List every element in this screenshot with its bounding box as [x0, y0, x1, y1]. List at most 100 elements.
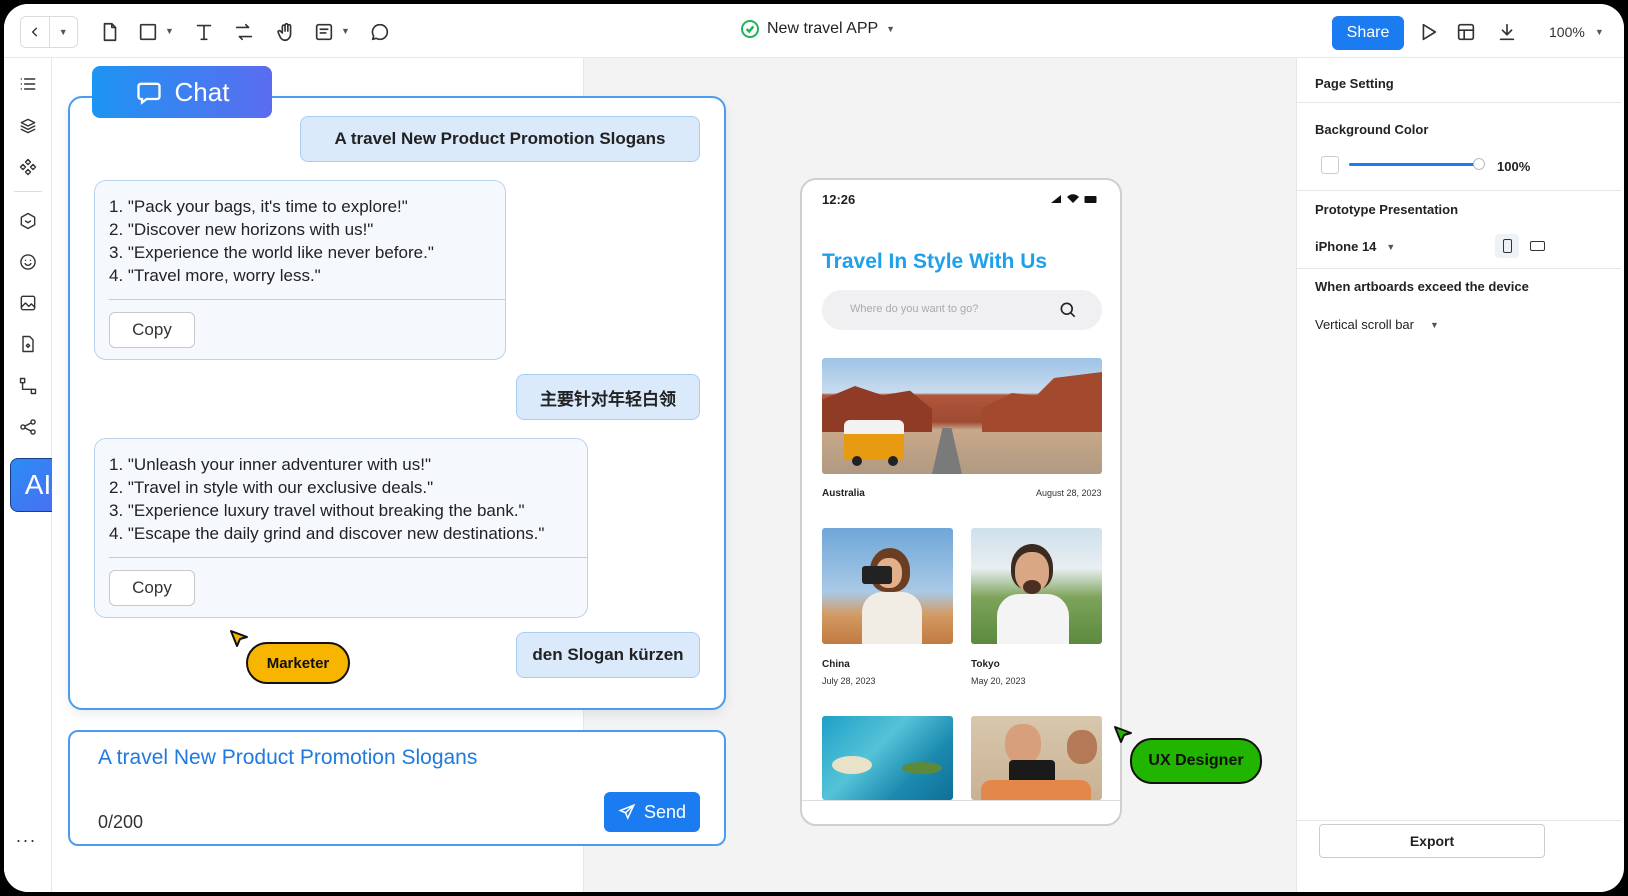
left-rail: AI ...	[4, 58, 66, 892]
ux-designer-cursor-icon	[1114, 726, 1132, 743]
background-color-swatch[interactable]	[1321, 156, 1339, 174]
copy-button[interactable]: Copy	[109, 570, 195, 606]
panel-divider	[1297, 190, 1621, 191]
ai-response: 1. "Pack your bags, it's time to explore…	[94, 180, 506, 360]
zoom-control[interactable]: 100% ▼	[1549, 24, 1604, 40]
user-message: 主要针对年轻白领	[516, 374, 700, 420]
scroll-option-value: Vertical scroll bar	[1315, 317, 1414, 332]
opacity-value[interactable]: 100%	[1497, 159, 1530, 174]
frame-dropdown-icon[interactable]: ▼	[165, 26, 174, 36]
properties-panel: Page Setting Background Color 100% Proto…	[1296, 58, 1621, 892]
history-dropdown-icon[interactable]: ▼	[50, 17, 78, 47]
play-icon[interactable]	[1414, 18, 1442, 46]
list-item: 3. "Experience luxury travel without bre…	[109, 501, 525, 520]
file-icon[interactable]	[16, 332, 40, 356]
response-divider	[109, 557, 587, 558]
download-icon[interactable]	[1493, 18, 1521, 46]
saved-check-icon	[741, 20, 759, 38]
destination-search[interactable]: Where do you want to go?	[822, 290, 1102, 330]
emoji-icon[interactable]	[16, 250, 40, 274]
top-toolbar: ▼ ▼ ▼ New travel APP ▼ Share 100% ▼	[4, 4, 1624, 58]
send-button[interactable]: Send	[604, 792, 700, 832]
destination-photo-china[interactable]	[822, 528, 953, 644]
marketer-cursor-icon	[230, 630, 248, 647]
slogan-list: 1. "Pack your bags, it's time to explore…	[95, 181, 505, 287]
list-item: 4. "Travel more, worry less."	[109, 266, 321, 285]
ux-designer-tag: UX Designer	[1130, 738, 1262, 784]
destination-photo-australia[interactable]	[822, 358, 1102, 474]
status-icons	[1050, 194, 1098, 204]
app-headline: Travel In Style With Us	[822, 250, 1048, 273]
phone-artboard[interactable]: 12:26 Travel In Style With Us Where do y…	[800, 178, 1122, 826]
chat-tab[interactable]: Chat	[92, 66, 272, 118]
list-item: 4. "Escape the daily grind and discover …	[109, 524, 545, 543]
note-dropdown-icon[interactable]: ▼	[341, 26, 350, 36]
comment-tool-icon[interactable]	[366, 18, 394, 46]
image-icon[interactable]	[16, 291, 40, 315]
destination-photo-island[interactable]	[822, 716, 953, 800]
device-dropdown-icon: ▼	[1386, 241, 1396, 252]
prompt-text[interactable]: A travel New Product Promotion Slogans	[98, 746, 477, 770]
panel-divider	[1297, 102, 1621, 103]
phone-bottom-line	[802, 800, 1120, 801]
chat-conversation: A travel New Product Promotion Slogans 1…	[68, 96, 726, 710]
prompt-input[interactable]: A travel New Product Promotion Slogans 0…	[68, 730, 726, 846]
status-time: 12:26	[822, 192, 856, 207]
wifi-icon	[1067, 194, 1079, 203]
battery-icon	[1084, 195, 1097, 203]
connector-tool-icon[interactable]	[230, 18, 258, 46]
share-button[interactable]: Share	[1332, 16, 1404, 50]
export-button[interactable]: Export	[1319, 824, 1545, 858]
card-place: Tokyo	[971, 659, 1000, 670]
assets-icon[interactable]	[16, 209, 40, 233]
card-date: July 28, 2023	[822, 676, 876, 686]
search-placeholder: Where do you want to go?	[850, 303, 979, 315]
user-message: den Slogan kürzen	[516, 632, 700, 678]
search-icon[interactable]	[1058, 300, 1078, 320]
list-item: 1. "Unleash your inner adventurer with u…	[109, 455, 432, 474]
layout-icon[interactable]	[1452, 18, 1480, 46]
destination-photo-tokyo[interactable]	[971, 528, 1102, 644]
list-item: 3. "Experience the world like never befo…	[109, 243, 434, 262]
device-select[interactable]: iPhone 14 ▼	[1315, 239, 1395, 254]
zoom-level: 100%	[1549, 24, 1585, 40]
hand-tool-icon[interactable]	[272, 18, 300, 46]
document-title[interactable]: New travel APP ▼	[741, 20, 895, 38]
response-divider	[109, 299, 505, 300]
text-tool-icon[interactable]	[190, 18, 218, 46]
back-icon[interactable]	[21, 17, 50, 47]
chat-tab-label: Chat	[174, 76, 230, 107]
outline-icon[interactable]	[16, 72, 40, 96]
send-label: Send	[643, 801, 687, 822]
scroll-option-select[interactable]: Vertical scroll bar ▼	[1315, 317, 1439, 332]
card-date: May 20, 2023	[971, 676, 1026, 686]
page-setting-title: Page Setting	[1315, 76, 1394, 91]
prototype-presentation-label: Prototype Presentation	[1315, 202, 1459, 217]
copy-button[interactable]: Copy	[109, 312, 195, 348]
slogan-list: 1. "Unleash your inner adventurer with u…	[95, 439, 587, 545]
portrait-orientation-icon[interactable]	[1495, 234, 1519, 258]
note-tool-icon[interactable]	[310, 18, 338, 46]
opacity-slider-track[interactable]	[1349, 163, 1477, 166]
more-icon[interactable]: ...	[16, 826, 37, 847]
share-nodes-icon[interactable]	[16, 415, 40, 439]
flow-icon[interactable]	[16, 374, 40, 398]
artboard-exceed-label: When artboards exceed the device	[1315, 279, 1529, 294]
landscape-orientation-icon[interactable]	[1525, 234, 1549, 258]
components-icon[interactable]	[16, 155, 40, 179]
char-counter: 0/200	[98, 812, 144, 832]
panel-divider	[1297, 268, 1621, 269]
page-icon[interactable]	[96, 18, 124, 46]
layers-icon[interactable]	[16, 114, 40, 138]
card-date: August 28, 2023	[1036, 488, 1102, 498]
ai-response: 1. "Unleash your inner adventurer with u…	[94, 438, 588, 618]
card-place: Australia	[822, 488, 865, 499]
frame-tool-icon[interactable]	[134, 18, 162, 46]
card-place: China	[822, 659, 850, 670]
destination-photo-friends[interactable]	[971, 716, 1102, 800]
list-item: 1. "Pack your bags, it's time to explore…	[109, 197, 408, 216]
background-color-label: Background Color	[1315, 122, 1429, 137]
rail-divider	[14, 191, 42, 192]
zoom-dropdown-icon: ▼	[1594, 27, 1604, 37]
opacity-slider-handle[interactable]	[1473, 158, 1485, 170]
